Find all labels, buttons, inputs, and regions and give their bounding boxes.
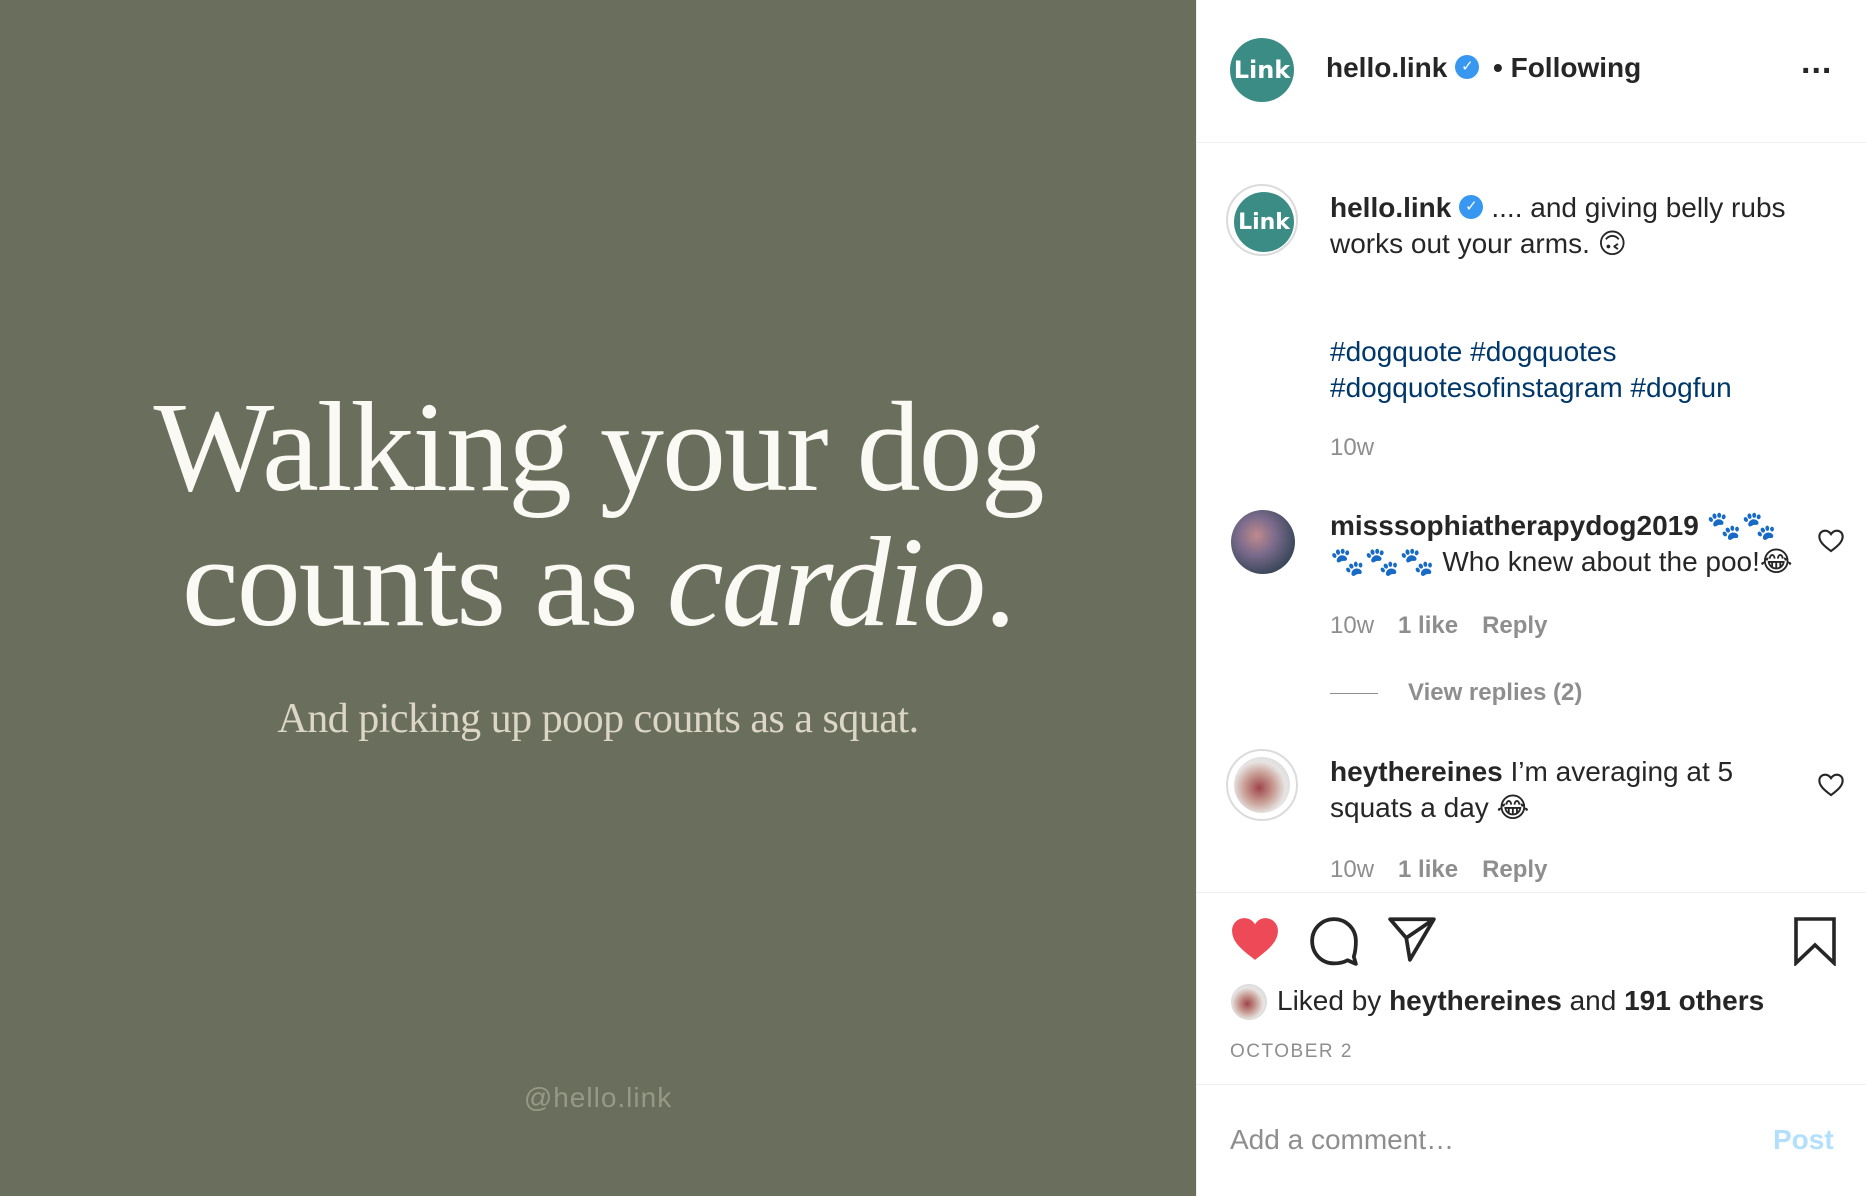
more-options-icon[interactable]: ... — [1801, 45, 1832, 79]
quote-line-2-prefix: counts as — [181, 511, 667, 653]
post-image[interactable]: Walking your dog counts as cardio. And p… — [0, 0, 1196, 1196]
comment-like-heart-icon[interactable] — [1817, 527, 1845, 553]
liked-by-middle: and — [1561, 985, 1625, 1016]
share-paper-plane-icon[interactable] — [1387, 916, 1437, 962]
quote-line-2: counts as cardio. — [0, 518, 1196, 646]
quote-subtitle: And picking up poop counts as a squat. — [277, 696, 919, 742]
view-replies-label[interactable]: View replies (2) — [1408, 679, 1582, 706]
caption-text: hello.link ✓.... and giving belly rubs wo… — [1330, 190, 1840, 262]
brand-logo-text: Link — [1233, 56, 1291, 84]
verified-badge-icon: ✓ — [1459, 194, 1484, 219]
caption-hashtags[interactable]: #dogquote #dogquotes #dogquotesofinstagr… — [1330, 334, 1840, 406]
comment-text: heythereines I’m averaging at 5 squats a… — [1330, 754, 1800, 826]
verified-badge-icon: ✓ — [1455, 54, 1480, 79]
liked-by-user[interactable]: heythereines — [1389, 985, 1562, 1016]
post-comment-button[interactable]: Post — [1773, 1124, 1834, 1156]
comment-meta: 10w 1 like Reply — [1330, 612, 1571, 640]
following-button[interactable]: Following — [1511, 52, 1642, 83]
image-watermark-handle: @hello.link — [523, 1082, 673, 1113]
follow-status[interactable]: • Following — [1493, 52, 1641, 84]
add-comment-input[interactable]: Add a comment… — [1230, 1124, 1454, 1156]
like-heart-icon[interactable] — [1230, 916, 1280, 962]
header-separator: • — [1493, 52, 1503, 83]
quote-line-1: Walking your dog — [153, 376, 1044, 518]
comment-age[interactable]: 10w — [1330, 612, 1374, 639]
comment-likes[interactable]: 1 like — [1398, 612, 1458, 639]
comment-likes[interactable]: 1 like — [1398, 856, 1458, 883]
view-replies-button[interactable]: View replies (2) — [1330, 679, 1582, 707]
comment-avatar[interactable] — [1234, 757, 1290, 813]
quote-line-2-italic: cardio — [666, 511, 986, 653]
post-date[interactable]: OCTOBER 2 — [1230, 1041, 1353, 1063]
liked-by-text[interactable]: Liked by heythereines and 191 others — [1277, 985, 1764, 1017]
caption-username[interactable]: hello.link — [1330, 192, 1451, 223]
comment-meta: 10w 1 like Reply — [1330, 856, 1571, 884]
comment-age[interactable]: 10w — [1330, 856, 1374, 883]
comment-username[interactable]: misssophiatherapydog2019 — [1330, 510, 1699, 541]
actions-divider — [1197, 892, 1866, 893]
view-replies-line — [1330, 693, 1378, 695]
composer-divider — [1197, 1084, 1866, 1085]
brand-logo-text: Link — [1238, 209, 1290, 235]
comment-avatar[interactable] — [1231, 510, 1295, 574]
caption-avatar[interactable]: Link — [1234, 192, 1294, 252]
comment-text: misssophiatherapydog2019 🐾🐾🐾🐾🐾 Who knew … — [1330, 508, 1800, 580]
comment-reply-button[interactable]: Reply — [1482, 612, 1547, 639]
header-username[interactable]: hello.link — [1326, 52, 1447, 83]
comment-bubble-icon[interactable] — [1309, 916, 1359, 966]
save-bookmark-icon[interactable] — [1793, 916, 1837, 966]
header-divider — [1197, 142, 1866, 143]
quote-line-2-suffix: . — [984, 511, 1016, 653]
header-username-link[interactable]: hello.link ✓ — [1326, 52, 1480, 84]
post-sidebar: Link hello.link ✓ • Following ... Link he… — [1196, 0, 1866, 1196]
comment-username[interactable]: heythereines — [1330, 756, 1503, 787]
liked-by-others[interactable]: 191 others — [1624, 985, 1764, 1016]
caption-age[interactable]: 10w — [1330, 434, 1374, 462]
comment-reply-button[interactable]: Reply — [1482, 856, 1547, 883]
liked-by-avatar[interactable] — [1231, 984, 1267, 1020]
liked-by-prefix: Liked by — [1277, 985, 1390, 1016]
header-avatar[interactable]: Link — [1230, 38, 1294, 102]
comment-like-heart-icon[interactable] — [1817, 771, 1845, 797]
